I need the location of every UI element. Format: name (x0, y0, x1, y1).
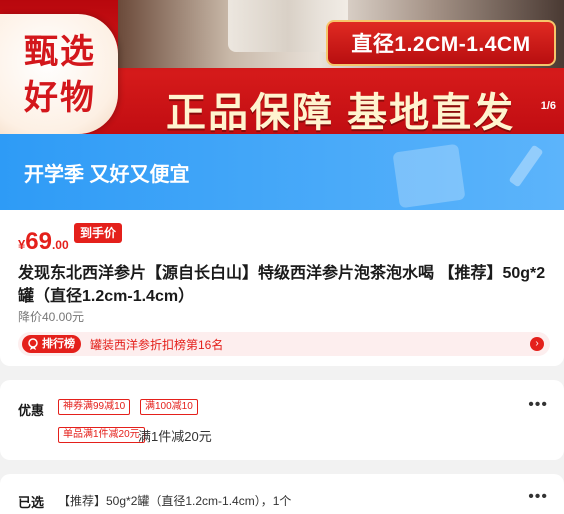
promo-banner[interactable]: 开学季 又好又便宜 (0, 134, 564, 210)
promo-text: 开学季 又好又便宜 (24, 164, 190, 186)
trophy-icon (28, 338, 38, 350)
spec-badge: 直径1.2CM-1.4CM (326, 20, 556, 66)
ranking-badge-label: 排行榜 (42, 338, 75, 350)
select-badge-line2: 好物 (24, 79, 96, 117)
coupon-tag[interactable]: 满100减10 (140, 399, 198, 415)
coupons-card[interactable]: 优惠 神券满99减10 满100减10 单品满1件减20元 满1件减20元 ••… (0, 380, 564, 460)
price-drop-text: 降价40.00元 (18, 310, 85, 324)
price: ¥ 69 .00 (18, 228, 69, 256)
price-integer: 69 (25, 228, 52, 255)
selected-label: 已选 (18, 495, 45, 510)
ranking-bar[interactable]: 排行榜 罐装西洋参折扣榜第16名 › (18, 332, 550, 356)
coupon-tag[interactable]: 单品满1件减20元 (58, 427, 145, 443)
more-icon[interactable]: ••• (528, 396, 548, 414)
coupon-description: 满1件减20元 (138, 429, 212, 444)
coupons-label: 优惠 (18, 403, 45, 418)
price-symbol: ¥ (18, 237, 26, 252)
hero-slogan: 正品保障 基地直发 (166, 91, 516, 134)
folder-icon (392, 143, 466, 209)
select-badge-line1: 甄选 (24, 33, 96, 71)
ranking-text: 罐装西洋参折扣榜第16名 (90, 338, 224, 352)
pencil-icon (508, 144, 544, 188)
carousel-page-indicator: 1/6 (540, 100, 556, 112)
ranking-badge: 排行榜 (22, 335, 81, 353)
chevron-right-icon: › (530, 337, 544, 351)
price-decimal: .00 (51, 238, 69, 252)
product-image-carousel[interactable]: 直径1.2CM-1.4CM 甄选 好物 正品保障 基地直发 1/6 (0, 0, 564, 134)
coupon-tag[interactable]: 神券满99减10 (58, 399, 131, 415)
more-icon[interactable]: ••• (528, 488, 548, 506)
selected-value: 【推荐】50g*2罐（直径1.2cm-1.4cm），1个 (58, 494, 292, 508)
product-info-card: ¥ 69 .00 到手价 发现东北西洋参片【源自长白山】特级西洋参片泡茶泡水喝 … (0, 210, 564, 366)
select-badge: 甄选 好物 (0, 14, 118, 134)
product-title: 发现东北西洋参片【源自长白山】特级西洋参片泡茶泡水喝 【推荐】50g*2罐（直径… (18, 265, 546, 305)
selected-spec-card[interactable]: 已选 【推荐】50g*2罐（直径1.2cm-1.4cm），1个 ••• (0, 474, 564, 514)
final-price-tag: 到手价 (74, 223, 123, 243)
